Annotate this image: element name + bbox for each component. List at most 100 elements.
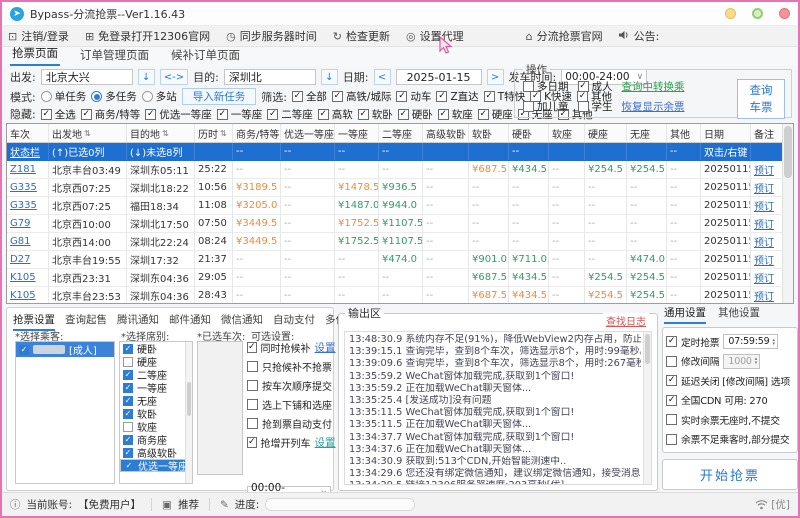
checkbox[interactable] (123, 369, 133, 380)
hide-软卧[interactable]: 软卧 (357, 107, 393, 122)
passenger-list[interactable]: [成人] (15, 341, 115, 484)
checkbox[interactable] (666, 355, 677, 367)
dest-dropdown-button[interactable]: ↓ (320, 69, 338, 85)
option-settings-link[interactable]: 设置 (315, 340, 336, 355)
checkbox[interactable] (483, 91, 495, 102)
checkbox[interactable] (436, 91, 448, 102)
checkbox[interactable] (247, 437, 257, 448)
filter-动车[interactable]: 动车 (396, 89, 431, 104)
train-row[interactable]: D27 北京丰台19:55 深圳17:32 21:37 -- -- -- ¥474.0 -- ¥9… (7, 251, 793, 269)
checkbox[interactable] (523, 101, 534, 112)
checkbox[interactable] (331, 91, 343, 102)
checkbox[interactable] (291, 91, 303, 102)
checkbox[interactable] (357, 108, 369, 120)
ops-学生[interactable]: 学生 (577, 99, 613, 114)
query-tickets-button[interactable]: 查询车票 (737, 79, 785, 119)
radio-单任务[interactable] (40, 91, 52, 102)
train-link[interactable]: G79 (10, 218, 30, 229)
swap-stations-button[interactable]: <-> (159, 69, 189, 85)
train-link[interactable]: G335 (10, 200, 37, 211)
checkbox[interactable] (267, 108, 279, 120)
selected-trains-box[interactable] (197, 341, 243, 475)
book-link[interactable]: 预订 (754, 216, 774, 231)
checkbox[interactable] (666, 375, 677, 387)
checkbox[interactable] (123, 447, 133, 458)
table-header-row[interactable]: 车次 出发地 ⇅ 目的地 ⇅ 历时 ⇅ 商务/特等 优选一等座 一等座 二等座 高级软卧 软卧 硬卧 软座硬… (7, 124, 793, 143)
option-settings-link[interactable]: 设置 (315, 435, 336, 450)
hide-高软[interactable]: 高软 (317, 107, 353, 122)
checkbox[interactable] (523, 81, 534, 92)
menu-refresh[interactable]: ↻ 检查更新 (333, 28, 390, 44)
table-scrollbar[interactable] (782, 124, 793, 303)
filter-Z直达[interactable]: Z直达 (436, 89, 479, 104)
spinner[interactable]: 07:59:59 ▴ ▾ (723, 334, 778, 350)
checkbox[interactable] (123, 395, 133, 406)
passenger-item[interactable]: [成人] (16, 342, 114, 357)
maximize-button[interactable] (752, 8, 763, 19)
radio-多站[interactable] (141, 91, 153, 102)
train-link[interactable]: D27 (10, 254, 30, 265)
import-task-button[interactable]: 导入新任务 (181, 88, 257, 105)
tab-抢票页面[interactable]: 抢票页面 (10, 44, 60, 66)
checkbox[interactable] (247, 380, 258, 391)
book-link[interactable]: 预订 (754, 198, 774, 213)
setting-余票不足乘客时,部分提交[interactable]: 余票不足乘客时,部分提交 (666, 430, 794, 450)
start-grab-button[interactable]: 开始抢票 (662, 459, 798, 490)
menu-window[interactable]: ⊞ 免登录打开12306官网 (85, 28, 210, 44)
train-row[interactable]: G81 北京西14:00 深圳北22:24 08:24 ¥3449.5 -- ¥1752.5… (7, 233, 793, 251)
menu-clock[interactable]: ◷ 同步服务器时间 (226, 28, 317, 44)
checkbox[interactable] (396, 91, 408, 102)
menu-gear[interactable]: ◎ 设置代理 (406, 28, 464, 44)
checkbox[interactable] (145, 108, 157, 120)
train-row[interactable]: G79 北京西10:00 深圳北17:50 07:50 ¥3449.5 -- ¥1752.5… (7, 215, 793, 233)
minimize-button[interactable] (725, 8, 736, 19)
option-选上下铺和选座[interactable]: 选上下铺和选座 (247, 395, 333, 414)
checkbox[interactable] (247, 399, 258, 410)
settings-tab-其他设置[interactable]: 其他设置 (718, 305, 760, 324)
train-link[interactable]: Z181 (10, 164, 36, 175)
passenger-checkbox[interactable] (19, 344, 29, 355)
checkbox[interactable] (666, 394, 677, 406)
menu-speaker[interactable]: 公告: (618, 28, 659, 44)
filter-全部[interactable]: 全部 (291, 89, 327, 104)
settings-tab-通用设置[interactable]: 通用设置 (664, 305, 706, 324)
transfer-query-link[interactable]: 查询中转换乘 (622, 79, 685, 94)
depart-input[interactable]: 北京大兴 (40, 69, 133, 85)
checkbox[interactable] (80, 108, 92, 120)
option-抢增开列车[interactable]: 抢增开列车设置 (247, 433, 336, 452)
spinner[interactable]: 1000 ▴ ▾ (723, 353, 761, 369)
tab-订单管理页面[interactable]: 订单管理页面 (78, 46, 151, 66)
checkbox[interactable] (123, 382, 133, 393)
checkbox[interactable] (123, 434, 133, 445)
train-link[interactable]: G81 (10, 236, 30, 247)
hide-软座[interactable]: 软座 (437, 107, 473, 122)
hide-一等座[interactable]: 一等座 (216, 107, 262, 122)
ops-加儿童[interactable]: 加儿童 (523, 99, 569, 114)
train-link[interactable]: K105 (10, 272, 36, 283)
book-link[interactable]: 预订 (754, 234, 774, 249)
dest-input[interactable]: 深圳北 (223, 69, 316, 85)
checkbox[interactable] (123, 408, 133, 419)
checkbox[interactable] (397, 108, 409, 120)
hide-二等座[interactable]: 二等座 (267, 107, 313, 122)
checkbox[interactable] (247, 342, 257, 353)
date-prev-button[interactable]: < (373, 69, 391, 85)
date-input[interactable]: 2025-01-15 (395, 69, 482, 85)
checkbox[interactable] (123, 356, 133, 367)
setting-定时抢票[interactable]: 定时抢票07:59:59▴▾ (666, 332, 794, 352)
checkbox[interactable] (666, 414, 677, 426)
train-row[interactable]: G335 北京西07:25 深圳北18:22 10:56 ¥3189.5 -- ¥1478.… (7, 179, 793, 197)
setting-全国CDN 可用: 270[interactable]: 全国CDN 可用: 270 (666, 391, 794, 411)
checkbox[interactable] (666, 433, 677, 445)
option-抢到票自动支付[interactable]: 抢到票自动支付 (247, 414, 333, 433)
book-link[interactable]: 预订 (754, 180, 774, 195)
depart-dropdown-button[interactable]: ↓ (137, 69, 155, 85)
ops-成人[interactable]: 成人 (577, 79, 613, 94)
option-按车次顺序提交[interactable]: 按车次顺序提交 (247, 376, 333, 395)
hide-商务/特等[interactable]: 商务/特等 (80, 107, 140, 122)
checkbox[interactable] (437, 108, 449, 120)
train-row[interactable]: G335 北京西07:25 福田18:34 11:08 ¥3205.0 -- ¥1487.0… (7, 197, 793, 215)
radio-多任务[interactable] (91, 91, 103, 102)
seat-item[interactable]: 优选一等座 (120, 459, 192, 473)
setting-修改间隔[interactable]: 修改间隔 1000 ▴ ▾ (666, 352, 794, 372)
